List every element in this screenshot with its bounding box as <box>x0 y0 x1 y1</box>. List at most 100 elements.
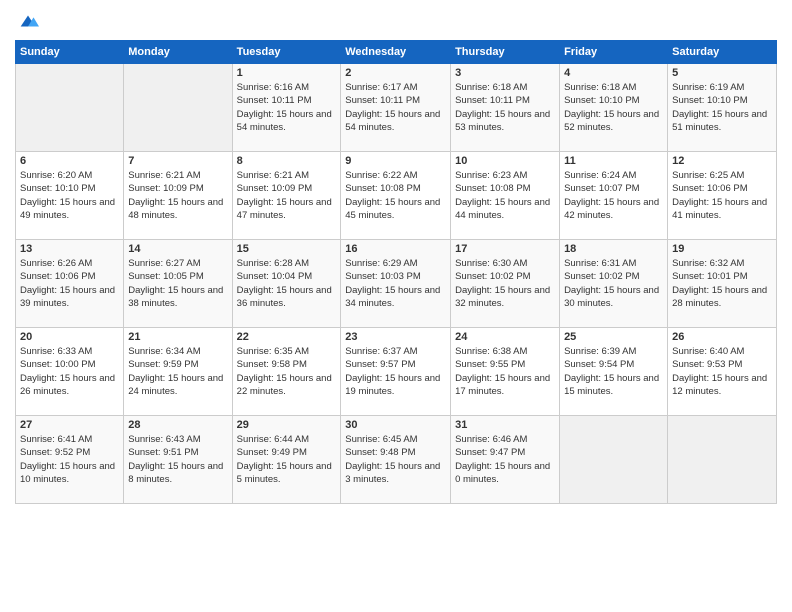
day-info: Sunrise: 6:21 AM Sunset: 10:09 PM Daylig… <box>128 169 227 222</box>
day-number: 2 <box>345 67 446 79</box>
calendar-cell: 16 Sunrise: 6:29 AM Sunset: 10:03 PM Dayl… <box>341 240 451 328</box>
day-number: 4 <box>564 67 663 79</box>
calendar-cell: 23Sunrise: 6:37 AM Sunset: 9:57 PM Dayli… <box>341 328 451 416</box>
day-number: 18 <box>564 243 663 255</box>
day-number: 26 <box>672 331 772 343</box>
page: SundayMondayTuesdayWednesdayThursdayFrid… <box>0 0 792 612</box>
weekday-header: Tuesday <box>232 41 341 64</box>
weekday-header: Sunday <box>16 41 124 64</box>
calendar-cell: 27 Sunrise: 6:41 AM Sunset: 9:52 PM Dayli… <box>16 416 124 504</box>
day-info: Sunrise: 6:18 AM Sunset: 10:10 PM Daylig… <box>564 81 663 134</box>
day-info: Sunrise: 6:26 AM Sunset: 10:06 PM Daylig… <box>20 257 119 310</box>
calendar-cell: 29Sunrise: 6:44 AM Sunset: 9:49 PM Dayli… <box>232 416 341 504</box>
weekday-header: Saturday <box>668 41 777 64</box>
calendar-cell: 31 Sunrise: 6:46 AM Sunset: 9:47 PM Dayli… <box>451 416 560 504</box>
calendar-cell: 24 Sunrise: 6:38 AM Sunset: 9:55 PM Dayli… <box>451 328 560 416</box>
calendar-cell: 17 Sunrise: 6:30 AM Sunset: 10:02 PM Dayl… <box>451 240 560 328</box>
day-info: Sunrise: 6:19 AM Sunset: 10:10 PM Daylig… <box>672 81 772 134</box>
calendar-cell: 26 Sunrise: 6:40 AM Sunset: 9:53 PM Dayli… <box>668 328 777 416</box>
day-number: 17 <box>455 243 555 255</box>
logo <box>15 10 39 32</box>
logo-icon <box>17 10 39 32</box>
day-number: 31 <box>455 419 555 431</box>
day-info: Sunrise: 6:31 AM Sunset: 10:02 PM Daylig… <box>564 257 663 310</box>
weekday-header: Thursday <box>451 41 560 64</box>
day-info: Sunrise: 6:35 AM Sunset: 9:58 PM Dayligh… <box>237 345 337 398</box>
day-info: Sunrise: 6:23 AM Sunset: 10:08 PM Daylig… <box>455 169 555 222</box>
header <box>15 10 777 32</box>
day-info: Sunrise: 6:24 AM Sunset: 10:07 PM Daylig… <box>564 169 663 222</box>
day-number: 5 <box>672 67 772 79</box>
day-info: Sunrise: 6:17 AM Sunset: 10:11 PM Daylig… <box>345 81 446 134</box>
calendar-body: 1Sunrise: 6:16 AM Sunset: 10:11 PM Dayli… <box>16 64 777 504</box>
calendar-cell: 21Sunrise: 6:34 AM Sunset: 9:59 PM Dayli… <box>124 328 232 416</box>
calendar-cell: 25 Sunrise: 6:39 AM Sunset: 9:54 PM Dayli… <box>560 328 668 416</box>
calendar-cell: 8 Sunrise: 6:21 AM Sunset: 10:09 PM Dayli… <box>232 152 341 240</box>
day-number: 22 <box>237 331 337 343</box>
day-info: Sunrise: 6:43 AM Sunset: 9:51 PM Dayligh… <box>128 433 227 486</box>
calendar-header-row: SundayMondayTuesdayWednesdayThursdayFrid… <box>16 41 777 64</box>
day-number: 28 <box>128 419 227 431</box>
calendar-week-row: 6Sunrise: 6:20 AM Sunset: 10:10 PM Dayli… <box>16 152 777 240</box>
calendar-cell: 28 Sunrise: 6:43 AM Sunset: 9:51 PM Dayli… <box>124 416 232 504</box>
day-info: Sunrise: 6:44 AM Sunset: 9:49 PM Dayligh… <box>237 433 337 486</box>
calendar-week-row: 27 Sunrise: 6:41 AM Sunset: 9:52 PM Dayli… <box>16 416 777 504</box>
calendar-cell <box>124 64 232 152</box>
calendar-cell: 18 Sunrise: 6:31 AM Sunset: 10:02 PM Dayl… <box>560 240 668 328</box>
day-info: Sunrise: 6:22 AM Sunset: 10:08 PM Daylig… <box>345 169 446 222</box>
day-number: 7 <box>128 155 227 167</box>
day-info: Sunrise: 6:38 AM Sunset: 9:55 PM Dayligh… <box>455 345 555 398</box>
day-number: 8 <box>237 155 337 167</box>
day-info: Sunrise: 6:29 AM Sunset: 10:03 PM Daylig… <box>345 257 446 310</box>
day-number: 15 <box>237 243 337 255</box>
calendar-cell: 12Sunrise: 6:25 AM Sunset: 10:06 PM Dayl… <box>668 152 777 240</box>
day-number: 14 <box>128 243 227 255</box>
day-info: Sunrise: 6:30 AM Sunset: 10:02 PM Daylig… <box>455 257 555 310</box>
day-info: Sunrise: 6:25 AM Sunset: 10:06 PM Daylig… <box>672 169 772 222</box>
calendar-cell: 9 Sunrise: 6:22 AM Sunset: 10:08 PM Dayli… <box>341 152 451 240</box>
day-info: Sunrise: 6:20 AM Sunset: 10:10 PM Daylig… <box>20 169 119 222</box>
day-number: 23 <box>345 331 446 343</box>
calendar-cell: 2 Sunrise: 6:17 AM Sunset: 10:11 PM Dayli… <box>341 64 451 152</box>
day-info: Sunrise: 6:16 AM Sunset: 10:11 PM Daylig… <box>237 81 337 134</box>
calendar-cell: 6Sunrise: 6:20 AM Sunset: 10:10 PM Dayli… <box>16 152 124 240</box>
day-number: 16 <box>345 243 446 255</box>
calendar-cell <box>560 416 668 504</box>
day-info: Sunrise: 6:28 AM Sunset: 10:04 PM Daylig… <box>237 257 337 310</box>
day-number: 3 <box>455 67 555 79</box>
weekday-header: Monday <box>124 41 232 64</box>
calendar-cell: 13 Sunrise: 6:26 AM Sunset: 10:06 PM Dayl… <box>16 240 124 328</box>
day-info: Sunrise: 6:34 AM Sunset: 9:59 PM Dayligh… <box>128 345 227 398</box>
day-number: 13 <box>20 243 119 255</box>
day-number: 25 <box>564 331 663 343</box>
calendar-cell: 15 Sunrise: 6:28 AM Sunset: 10:04 PM Dayl… <box>232 240 341 328</box>
day-number: 10 <box>455 155 555 167</box>
calendar-week-row: 13 Sunrise: 6:26 AM Sunset: 10:06 PM Dayl… <box>16 240 777 328</box>
day-number: 20 <box>20 331 119 343</box>
calendar-week-row: 20Sunrise: 6:33 AM Sunset: 10:00 PM Dayl… <box>16 328 777 416</box>
day-number: 9 <box>345 155 446 167</box>
calendar-cell: 5 Sunrise: 6:19 AM Sunset: 10:10 PM Dayli… <box>668 64 777 152</box>
day-number: 27 <box>20 419 119 431</box>
calendar-week-row: 1Sunrise: 6:16 AM Sunset: 10:11 PM Dayli… <box>16 64 777 152</box>
day-info: Sunrise: 6:46 AM Sunset: 9:47 PM Dayligh… <box>455 433 555 486</box>
day-info: Sunrise: 6:41 AM Sunset: 9:52 PM Dayligh… <box>20 433 119 486</box>
calendar-cell: 4 Sunrise: 6:18 AM Sunset: 10:10 PM Dayli… <box>560 64 668 152</box>
day-info: Sunrise: 6:39 AM Sunset: 9:54 PM Dayligh… <box>564 345 663 398</box>
calendar-cell: 11 Sunrise: 6:24 AM Sunset: 10:07 PM Dayl… <box>560 152 668 240</box>
day-number: 11 <box>564 155 663 167</box>
calendar-cell: 22 Sunrise: 6:35 AM Sunset: 9:58 PM Dayli… <box>232 328 341 416</box>
calendar-cell: 19 Sunrise: 6:32 AM Sunset: 10:01 PM Dayl… <box>668 240 777 328</box>
calendar-cell: 1Sunrise: 6:16 AM Sunset: 10:11 PM Dayli… <box>232 64 341 152</box>
calendar-cell <box>16 64 124 152</box>
weekday-header: Friday <box>560 41 668 64</box>
calendar-cell: 14 Sunrise: 6:27 AM Sunset: 10:05 PM Dayl… <box>124 240 232 328</box>
day-info: Sunrise: 6:27 AM Sunset: 10:05 PM Daylig… <box>128 257 227 310</box>
day-number: 19 <box>672 243 772 255</box>
day-info: Sunrise: 6:32 AM Sunset: 10:01 PM Daylig… <box>672 257 772 310</box>
calendar-cell <box>668 416 777 504</box>
day-info: Sunrise: 6:21 AM Sunset: 10:09 PM Daylig… <box>237 169 337 222</box>
calendar-cell: 30Sunrise: 6:45 AM Sunset: 9:48 PM Dayli… <box>341 416 451 504</box>
day-info: Sunrise: 6:40 AM Sunset: 9:53 PM Dayligh… <box>672 345 772 398</box>
day-number: 24 <box>455 331 555 343</box>
